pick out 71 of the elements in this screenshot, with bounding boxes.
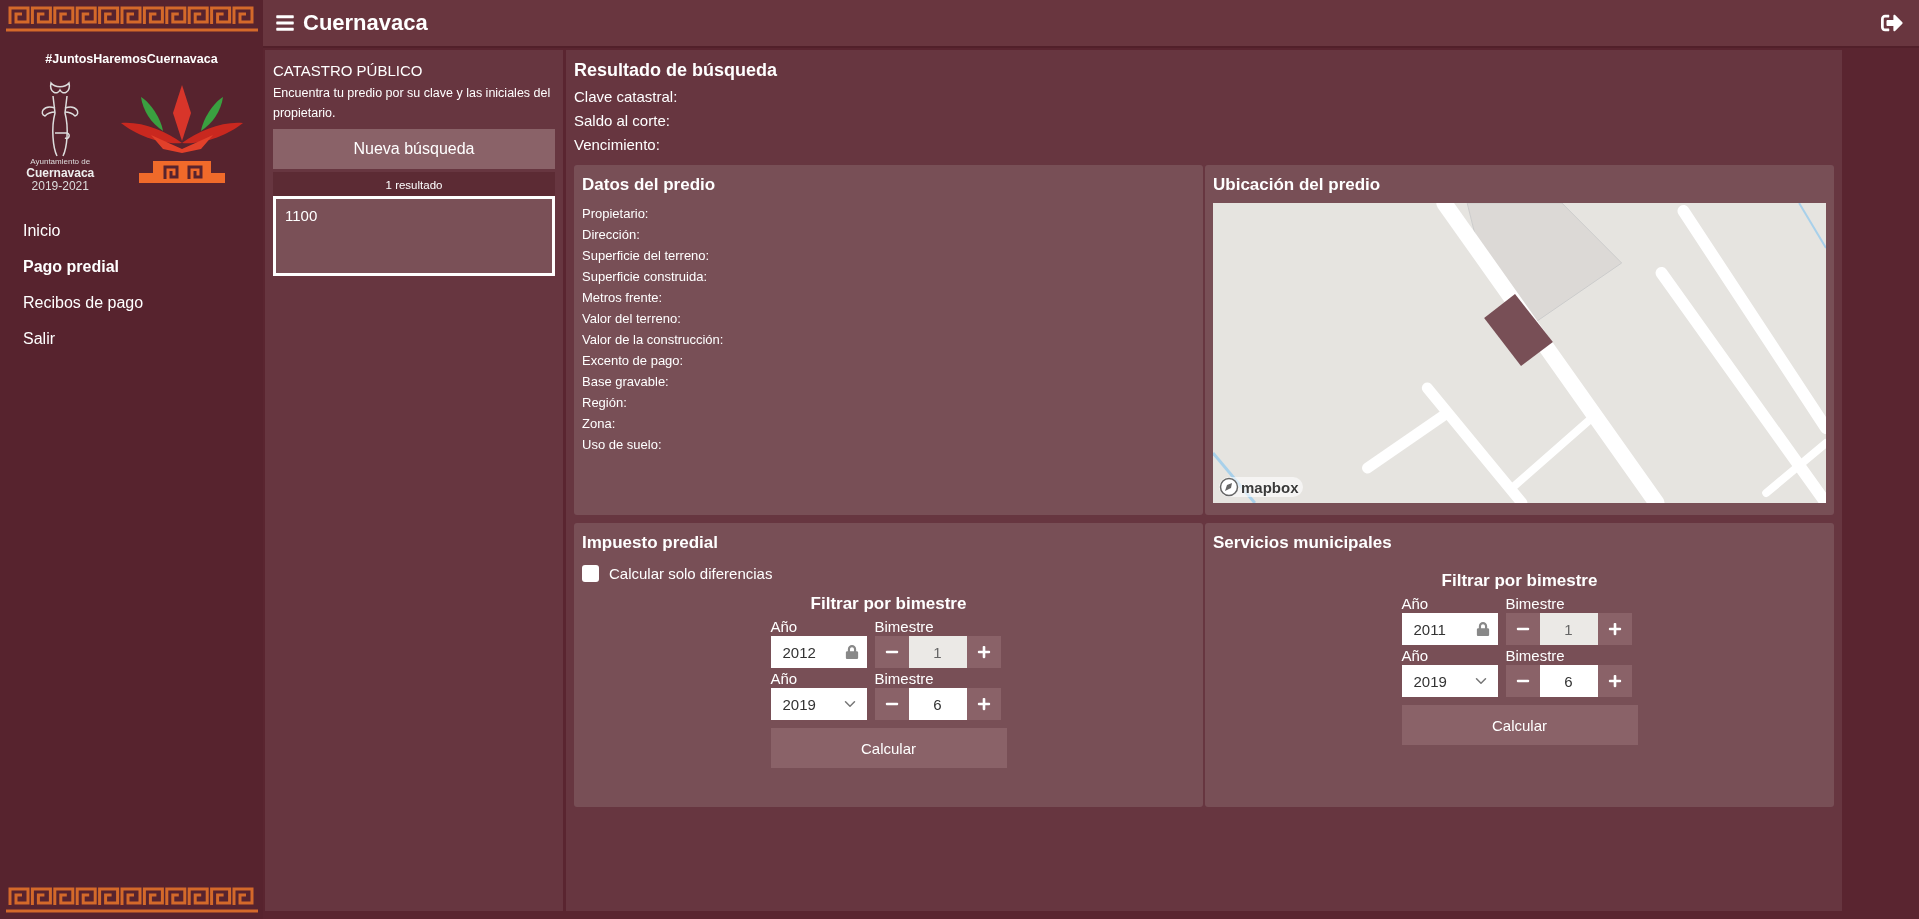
year-label: Año [1401,647,1430,665]
field-label: Uso de suelo: [582,436,663,454]
filter-title: Filtrar por bimestre [1440,571,1599,591]
field-label: Región: [582,394,628,412]
logout-icon[interactable] [1881,12,1903,34]
logo-years: 2019-2021 [31,180,89,192]
field-label: Zona: [582,415,617,433]
new-search-button[interactable]: Nueva búsqueda [273,129,555,169]
nav-link[interactable]: Recibos de pago [23,294,144,312]
lock-icon [1475,622,1490,636]
section-title: Resultado de búsqueda [574,60,779,81]
logo-caption: Ayuntamiento de [30,158,91,167]
plus-icon [1607,622,1622,636]
field-label: Dirección: [582,226,641,244]
calculate-button[interactable]: Calcular [770,728,1007,768]
year-label: Año [1401,595,1430,613]
increment-button[interactable] [966,636,1001,668]
nav-link[interactable]: Salir [23,330,55,348]
card-title: Datos del predio [582,175,717,195]
period-label: Bimestre [874,618,935,636]
field-label: Superficie del terreno: [582,247,711,265]
year-select[interactable]: 2019 [770,688,867,720]
year-label: Año [770,670,799,688]
calculate-button[interactable]: Calcular [1401,705,1638,745]
increment-button[interactable] [966,688,1001,720]
checkbox-label: Calcular solo diferencias [609,565,773,582]
field-label: Saldo al corte: [574,111,671,131]
field-label: Valor de la construcción: [582,331,725,349]
card-title: Impuesto predial [582,533,720,553]
app-title: Cuernavaca [303,10,429,36]
hashtag: #JuntosHaremosCuernavaca [44,52,219,66]
card-title: Ubicación del predio [1213,175,1382,195]
nav-link[interactable]: Inicio [23,222,61,240]
panel-description: Encuentra tu predio por su clave y las iniciales del propietario. [273,85,552,122]
field-label: Superficie construida: [582,268,708,286]
field-label: Vencimiento: [574,135,661,155]
plus-icon [1607,674,1622,688]
period-label: Bimestre [874,670,935,688]
field-label: Propietario: [582,205,650,223]
period-field[interactable]: 6 [1539,665,1598,697]
field-label: Base gravable: [582,373,670,391]
mapbox-logo-icon [1219,477,1239,497]
result-item[interactable]: 1100 [273,196,555,276]
decrement-button[interactable] [1505,665,1540,697]
card-title: Servicios municipales [1213,533,1393,553]
checkbox[interactable] [582,565,599,582]
decrement-button[interactable] [1505,613,1540,645]
period-label: Bimestre [1505,595,1566,613]
field-label: Valor del terreno: [582,310,682,328]
plus-icon [976,645,991,659]
field-label: Excento de pago: [582,352,685,370]
year-label: Año [770,618,799,636]
year-select[interactable]: 2019 [1401,665,1498,697]
map-attribution: mapbox [1241,478,1299,496]
plus-icon [976,697,991,711]
panel-title: CATASTRO PÚBLICO [273,62,424,79]
period-label: Bimestre [1505,647,1566,665]
parcel-shape [1484,294,1553,366]
decrement-button[interactable] [874,636,909,668]
result-count: 1 resultado [273,172,555,196]
filter-title: Filtrar por bimestre [809,594,968,614]
nav-link[interactable]: Pago predial [23,258,120,276]
period-field[interactable]: 6 [908,688,967,720]
increment-button[interactable] [1597,665,1632,697]
decrement-button[interactable] [874,688,909,720]
increment-button[interactable] [1597,613,1632,645]
field-label: Metros frente: [582,289,664,307]
lock-icon [844,645,859,659]
logo-name: Cuernavaca [26,166,95,180]
menu-icon[interactable] [275,13,295,33]
field-label: Clave catastral: [574,87,679,107]
